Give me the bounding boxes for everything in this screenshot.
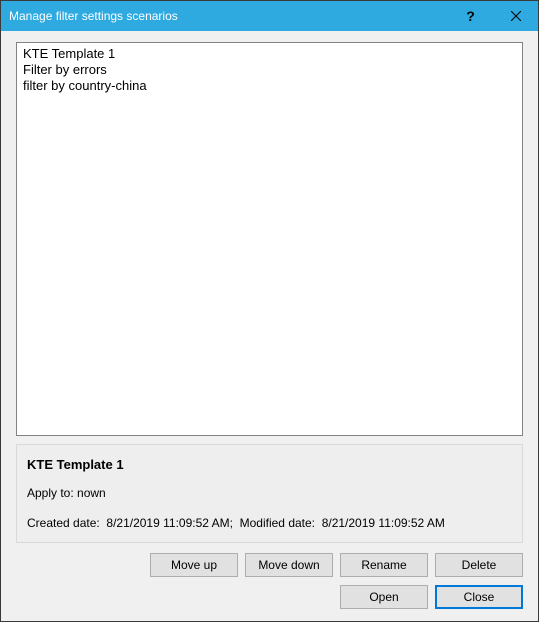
rename-button[interactable]: Rename bbox=[340, 553, 428, 577]
apply-to-label: Apply to: bbox=[27, 486, 74, 500]
list-item[interactable]: KTE Template 1 bbox=[21, 46, 518, 62]
help-button[interactable]: ? bbox=[448, 1, 493, 31]
date-separator: ; bbox=[230, 516, 233, 530]
scenarios-listbox[interactable]: KTE Template 1 Filter by errors filter b… bbox=[16, 42, 523, 436]
window-title: Manage filter settings scenarios bbox=[1, 9, 448, 23]
window-close-button[interactable] bbox=[493, 1, 538, 31]
modified-date-value: 8/21/2019 11:09:52 AM bbox=[322, 516, 445, 530]
created-date-label: Created date: bbox=[27, 516, 100, 530]
close-button[interactable]: Close bbox=[435, 585, 523, 609]
close-icon bbox=[511, 11, 521, 21]
details-dates: Created date: 8/21/2019 11:09:52 AM; Mod… bbox=[27, 516, 512, 530]
details-title: KTE Template 1 bbox=[27, 457, 512, 472]
list-item[interactable]: Filter by errors bbox=[21, 62, 518, 78]
open-button[interactable]: Open bbox=[340, 585, 428, 609]
dialog-window: Manage filter settings scenarios ? KTE T… bbox=[0, 0, 539, 622]
apply-to-value: nown bbox=[77, 486, 106, 500]
move-down-button[interactable]: Move down bbox=[245, 553, 333, 577]
list-item[interactable]: filter by country-china bbox=[21, 78, 518, 94]
move-up-button[interactable]: Move up bbox=[150, 553, 238, 577]
details-panel: KTE Template 1 Apply to: nown Created da… bbox=[16, 444, 523, 543]
dialog-button-row: Open Close bbox=[16, 585, 523, 609]
modified-date-label: Modified date: bbox=[240, 516, 315, 530]
dialog-content: KTE Template 1 Filter by errors filter b… bbox=[1, 31, 538, 621]
titlebar: Manage filter settings scenarios ? bbox=[1, 1, 538, 31]
created-date-value: 8/21/2019 11:09:52 AM bbox=[106, 516, 229, 530]
action-button-row: Move up Move down Rename Delete bbox=[16, 553, 523, 577]
details-apply-to: Apply to: nown bbox=[27, 486, 512, 500]
delete-button[interactable]: Delete bbox=[435, 553, 523, 577]
